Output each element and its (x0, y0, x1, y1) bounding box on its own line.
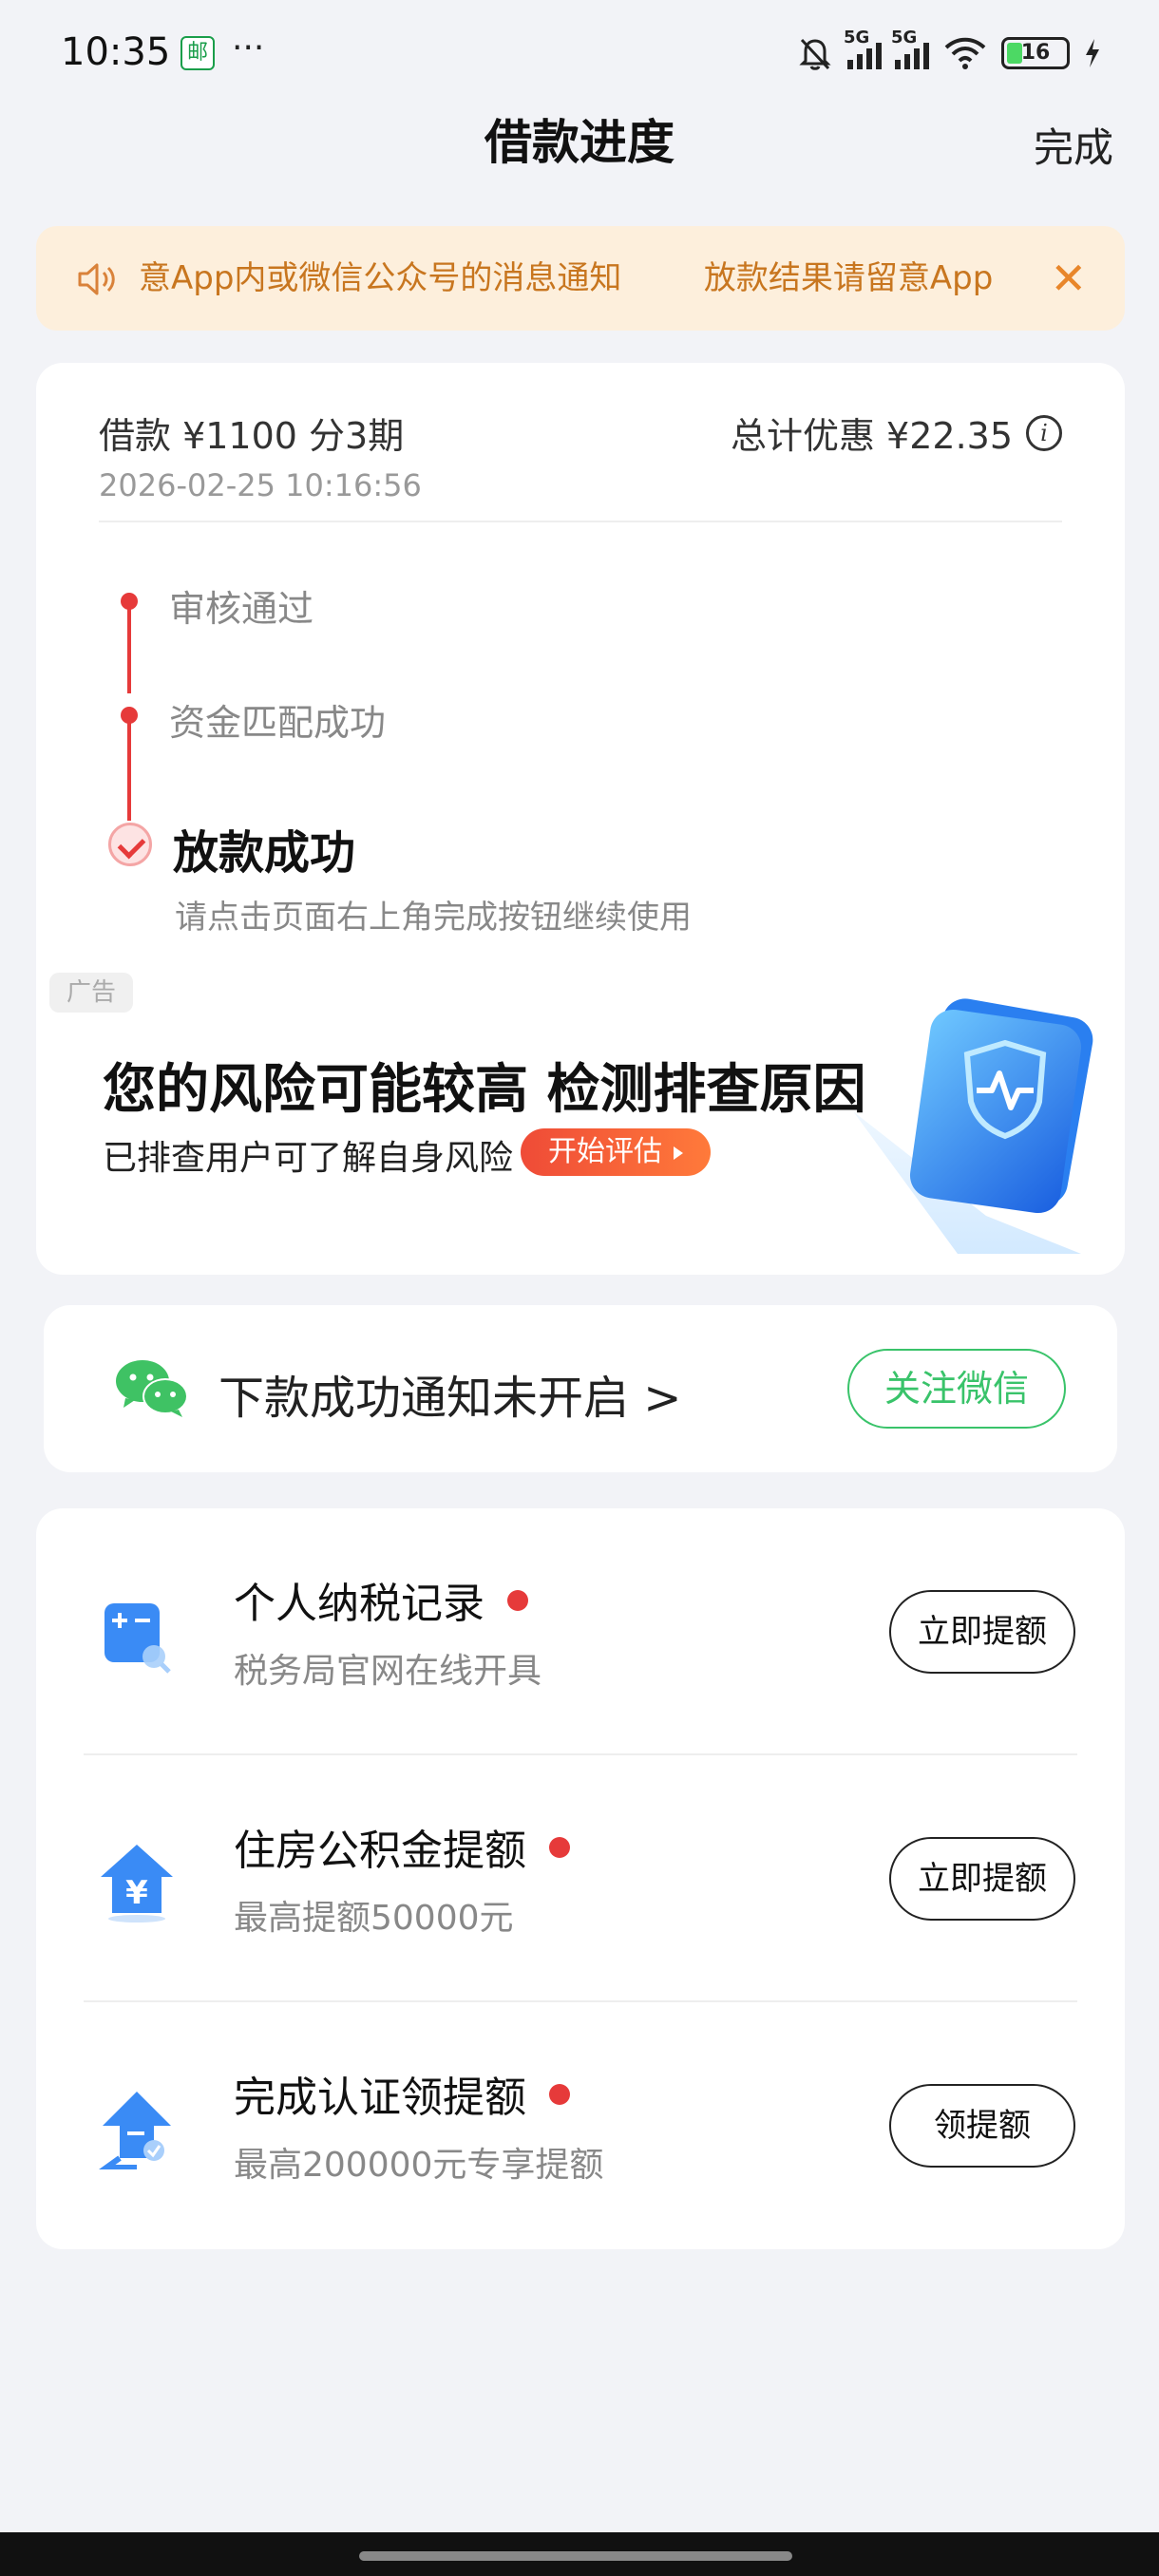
divider (99, 521, 1062, 522)
mute-bell-icon (799, 38, 831, 70)
list-item-title-text: 完成认证领提额 (234, 2074, 526, 2122)
battery-level: 16 (1020, 41, 1051, 65)
status-bar: 10:35 邮 ··· 5G 5G 16 (0, 0, 1159, 104)
wifi-icon (944, 37, 986, 69)
list-item-title-text: 个人纳税记录 (234, 1580, 484, 1628)
list-item-subtitle: 最高提额50000元 (234, 1899, 514, 1938)
svg-text:¥: ¥ (125, 1874, 148, 1912)
ad-badge: 广告 (49, 973, 133, 1013)
signal-5g-icon-2: 5G (891, 28, 929, 69)
step-line (127, 720, 131, 821)
step-funds-matched: 资金匹配成功 (169, 702, 387, 744)
page-title: 借款进度 (484, 115, 674, 170)
step-line (127, 606, 131, 693)
list-item-title: 个人纳税记录 (234, 1569, 528, 1630)
follow-wechat-button[interactable]: 关注微信 (847, 1349, 1066, 1429)
verify-upload-icon (99, 2092, 171, 2169)
shield-wallet-illustration (853, 998, 1093, 1254)
wechat-notify-text[interactable]: 下款成功通知未开启 > (218, 1360, 681, 1427)
signal-5g-icon: 5G (844, 28, 882, 69)
battery-icon: 16 (1001, 37, 1070, 69)
close-icon[interactable]: ✕ (1050, 255, 1087, 302)
house-yuan-icon: ¥ (101, 1845, 173, 1923)
new-dot (549, 1837, 570, 1858)
home-indicator[interactable] (359, 2551, 792, 2561)
wechat-notify-card[interactable]: 下款成功通知未开启 > 关注微信 (44, 1305, 1117, 1472)
ad-subtitle: 已排查用户可了解自身风险 (103, 1139, 514, 1178)
list-item-verification[interactable]: 完成认证领提额 最高200000元专享提额 领提额 (36, 2002, 1125, 2249)
discount-text: 总计优惠 ¥22.35 (730, 415, 1013, 457)
more-notifications-icon: ··· (232, 28, 265, 67)
wechat-icon (116, 1360, 188, 1417)
step-hint: 请点击页面右上角完成按钮继续使用 (175, 899, 692, 937)
new-dot (507, 1590, 528, 1611)
loan-datetime: 2026-02-25 10:16:56 (99, 467, 422, 503)
list-item-housing-fund[interactable]: ¥ 住房公积金提额 最高提额50000元 立即提额 (36, 1755, 1125, 2002)
list-item-title-text: 住房公积金提额 (234, 1827, 526, 1875)
list-item-title: 完成认证领提额 (234, 2063, 570, 2124)
list-item-subtitle: 税务局官网在线开具 (234, 1652, 542, 1691)
limit-increase-card: 个人纳税记录 税务局官网在线开具 立即提额 ¥ 住房公积金提额 最高提额5000… (36, 1508, 1125, 2249)
loan-discount[interactable]: 总计优惠 ¥22.35 i (731, 407, 1062, 459)
post-app-icon: 邮 (180, 36, 215, 70)
system-nav-bar (0, 2532, 1159, 2576)
status-indicators: 5G 5G 16 (796, 28, 1102, 72)
raise-limit-button[interactable]: 立即提额 (889, 1837, 1075, 1921)
info-icon[interactable]: i (1026, 414, 1062, 451)
start-assessment-button[interactable]: 开始评估 (521, 1128, 711, 1176)
notice-text: 意App内或微信公众号的消息通知 放款结果请留意App (139, 259, 994, 297)
step-disbursed: 放款成功 (173, 826, 356, 880)
status-time: 10:35 (61, 30, 171, 74)
calculator-icon (104, 1603, 171, 1674)
nav-bar: 借款进度 完成 (0, 104, 1159, 218)
list-item-tax-record[interactable]: 个人纳税记录 税务局官网在线开具 立即提额 (36, 1508, 1125, 1755)
list-item-title: 住房公积金提额 (234, 1816, 570, 1877)
step-approved: 审核通过 (169, 588, 314, 630)
network-label: 5G (844, 28, 870, 47)
speaker-icon (78, 263, 115, 295)
notice-banner[interactable]: 意App内或微信公众号的消息通知 放款结果请留意App ✕ (36, 226, 1125, 331)
loan-progress-card: 借款 ¥1100 分3期 总计优惠 ¥22.35 i 2026-02-25 10… (36, 363, 1125, 1275)
loan-summary: 借款 ¥1100 分3期 (99, 415, 405, 457)
claim-limit-button[interactable]: 领提额 (889, 2084, 1075, 2168)
done-button[interactable]: 完成 (1034, 116, 1113, 174)
check-icon (108, 823, 152, 866)
raise-limit-button[interactable]: 立即提额 (889, 1590, 1075, 1674)
new-dot (549, 2084, 570, 2105)
charging-icon (1086, 39, 1099, 67)
list-item-subtitle: 最高200000元专享提额 (234, 2146, 604, 2185)
network-label-2: 5G (891, 28, 918, 47)
ad-title[interactable]: 您的风险可能较高 检测排查原因 (103, 1047, 866, 1124)
